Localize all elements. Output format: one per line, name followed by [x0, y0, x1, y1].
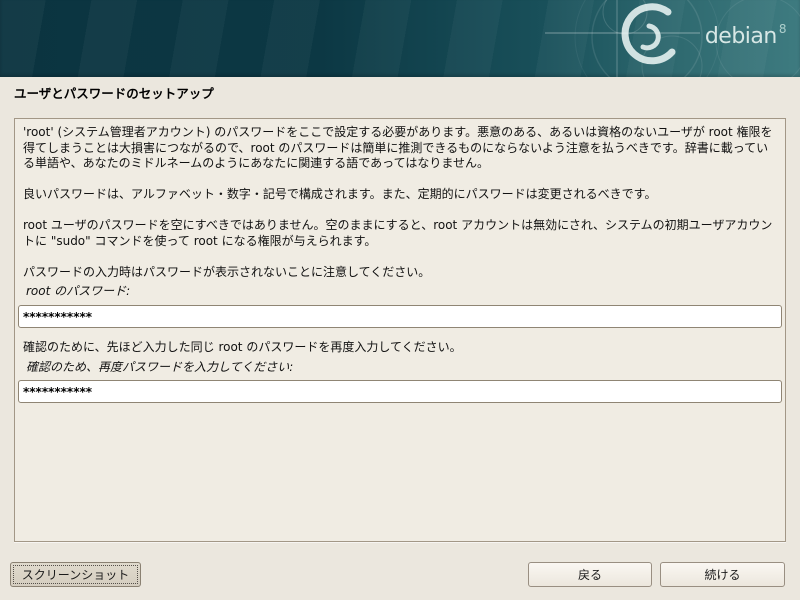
back-button[interactable]: 戻る [528, 562, 652, 587]
brand-name: debian [705, 24, 777, 49]
installer-window: debian8 ユーザとパスワードのセットアップ 'root' (システム管理者… [0, 0, 800, 600]
root-password-label: root のパスワード: [26, 282, 777, 299]
screenshot-button[interactable]: スクリーンショット [10, 562, 141, 587]
empty-password-text: root ユーザのパスワードを空にすべきではありません。空のままにすると、roo… [23, 218, 777, 249]
brand-version: 8 [779, 22, 786, 36]
confirm-password-input[interactable] [18, 380, 782, 403]
confirm-instruction-text: 確認のために、先ほど入力した同じ root のパスワードを再度入力してください。 [23, 340, 777, 356]
continue-button[interactable]: 続ける [660, 562, 785, 587]
content-panel: 'root' (システム管理者アカウント) のパスワードをここで設定する必要があ… [14, 118, 786, 542]
debian-swirl-logo-icon [0, 0, 800, 77]
debian-wordmark: debian8 [705, 22, 786, 49]
hidden-input-note-text: パスワードの入力時はパスワードが表示されないことに注意してください。 [23, 265, 777, 281]
good-password-text: 良いパスワードは、アルファベット・数字・記号で構成されます。また、定期的にパスワ… [23, 187, 777, 203]
root-password-intro-text: 'root' (システム管理者アカウント) のパスワードをここで設定する必要があ… [23, 125, 777, 172]
page-title: ユーザとパスワードのセットアップ [14, 83, 214, 102]
root-password-input[interactable] [18, 305, 782, 328]
confirm-password-label: 確認のため、再度パスワードを入力してください: [26, 358, 777, 375]
header-banner: debian8 [0, 0, 800, 77]
